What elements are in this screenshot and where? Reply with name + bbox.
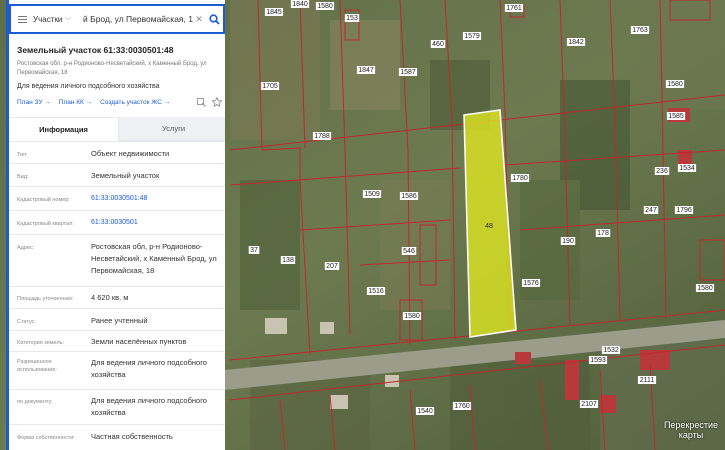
- plot-number-label: 1532: [603, 347, 619, 354]
- card-address: Ростовская обл, р-н Родионово-Несветайск…: [17, 60, 217, 78]
- row-value: Для ведения личного подсобного хозяйства: [91, 358, 207, 379]
- search-button[interactable]: [205, 6, 223, 32]
- plot-number-label: 138: [282, 257, 294, 264]
- row-land-category: Категория земель: Земли населённых пункт…: [9, 330, 225, 351]
- plot-number-label: 1585: [668, 113, 684, 120]
- row-kind: Вид: Земельный участок: [9, 163, 225, 186]
- row-ownership: Форма собственности: Частная собственнос…: [9, 424, 225, 450]
- row-label: Вид:: [17, 174, 29, 180]
- chevron-down-icon: ⌵: [65, 15, 71, 22]
- row-permitted-use: Разрешенное использование: Для ведения л…: [9, 351, 225, 389]
- plot-number-label: 153: [346, 15, 358, 22]
- row-by-document: по документу: Для ведения личного подсоб…: [9, 389, 225, 424]
- plot-number-label: 1796: [676, 207, 692, 214]
- plot-number-label: 1540: [417, 408, 433, 415]
- plot-number-label: 1705: [262, 83, 278, 90]
- plot-number-label: 1580: [697, 285, 713, 292]
- plot-number-label: 1534: [679, 165, 695, 172]
- plot-number-label: 1847: [358, 67, 374, 74]
- plot-number-label: 247: [645, 207, 657, 214]
- plot-number-label: 178: [597, 230, 609, 237]
- row-value: Земельный участок: [91, 171, 160, 180]
- plot-number-label: 1840: [292, 1, 308, 8]
- card-title: Земельный участок 61:33:0030501:48: [17, 45, 174, 55]
- plot-number-label: 1593: [590, 357, 606, 364]
- card-links: План ЗУ → План КК → Создать участок ЖС →: [17, 97, 222, 107]
- tab-info[interactable]: Информация: [9, 117, 118, 141]
- row-label: Адрес:: [17, 245, 35, 251]
- row-value: Ранее учтенный: [91, 316, 148, 325]
- tab-services[interactable]: Услуги: [118, 117, 225, 141]
- row-label: Форма собственности:: [17, 435, 75, 441]
- row-address: Адрес: Ростовская обл, р-н Родионово-Нес…: [9, 234, 225, 286]
- plot-number-label: 460: [432, 41, 444, 48]
- map-crosshair-note: Перекрестие карты: [663, 420, 719, 440]
- row-value: Земли населённых пунктов: [91, 337, 187, 346]
- search-input[interactable]: й Брод, ул Первомайская, 18: [83, 14, 193, 24]
- plot-number-label: 236: [656, 168, 668, 175]
- plot-number-label: 190: [562, 238, 574, 245]
- plot-number-label: 1780: [512, 175, 528, 182]
- row-status: Статус: Ранее учтенный: [9, 308, 225, 330]
- plot-number-label: 1580: [404, 313, 420, 320]
- menu-icon[interactable]: [11, 15, 33, 23]
- row-label: Категория земель:: [17, 340, 65, 346]
- plot-number-label: 1576: [523, 280, 539, 287]
- plot-number-label: 1760: [454, 403, 470, 410]
- row-area: Площадь уточненная: 4 620 кв. м: [9, 286, 225, 308]
- row-label: Кадастровый номер:: [17, 197, 70, 203]
- row-value: Частная собственность: [91, 432, 173, 441]
- row-label: по документу:: [17, 399, 53, 405]
- row-value: Для ведения личного подсобного хозяйства: [91, 396, 207, 417]
- plot-number-label: 1579: [464, 33, 480, 40]
- plot-number-label: 1788: [314, 133, 330, 140]
- row-label: Площадь уточненная:: [17, 296, 74, 302]
- plot-number-label: 1580: [317, 3, 333, 10]
- row-cadastral-number: Кадастровый номер: 61:33:0030501:48: [9, 186, 225, 210]
- address-line-1: Ростовская обл, р-н Родионово-Несветайск…: [17, 61, 207, 67]
- plot-number-label: 1580: [667, 81, 683, 88]
- row-label: Статус:: [17, 319, 36, 325]
- plan-kk-link[interactable]: План КК →: [59, 99, 92, 106]
- selected-plot-label: 48: [485, 223, 493, 230]
- category-label: Участки: [33, 14, 63, 24]
- plot-number-label: 1763: [632, 27, 648, 34]
- row-cadastral-quarter: Кадастровый квартал: 61:33:0030501: [9, 210, 225, 234]
- plot-number-label: 1761: [506, 5, 522, 12]
- clear-icon[interactable]: ✕: [193, 14, 205, 25]
- plot-number-label: 546: [403, 248, 415, 255]
- tab-bar: Информация Услуги: [9, 117, 225, 141]
- plot-number-label: 1516: [368, 288, 384, 295]
- row-type: Тип: Объект недвижимости: [9, 141, 225, 163]
- row-label: Кадастровый квартал:: [17, 221, 74, 227]
- plot-number-label: 1586: [401, 193, 417, 200]
- row-value: Объект недвижимости: [91, 149, 170, 158]
- row-value: Ростовская обл, р-н Родионово-Несветайск…: [91, 242, 217, 275]
- plot-number-label: 207: [326, 263, 338, 270]
- plot-number-label: 37: [250, 247, 258, 254]
- row-label: Тип:: [17, 152, 28, 158]
- plot-number-label: 1509: [364, 191, 380, 198]
- info-panel: Участки ⌵ й Брод, ул Первомайская, 18 ✕ …: [6, 0, 225, 450]
- star-icon[interactable]: [212, 97, 222, 107]
- zoom-icon[interactable]: [197, 97, 206, 107]
- plot-number-label: 1587: [400, 69, 416, 76]
- cadastral-quarter-link[interactable]: 61:33:0030501: [91, 217, 221, 229]
- plan-zu-link[interactable]: План ЗУ →: [17, 99, 51, 106]
- plot-number-label: 1842: [568, 39, 584, 46]
- category-select[interactable]: Участки ⌵: [33, 15, 83, 24]
- search-icon: [208, 13, 220, 25]
- plot-number-label: 2107: [581, 401, 597, 408]
- address-line-2: Первомайская, 18: [17, 70, 68, 76]
- row-value: 4 620 кв. м: [91, 293, 129, 302]
- plot-number-label: 1845: [266, 9, 282, 16]
- cadastral-number-link[interactable]: 61:33:0030501:48: [91, 193, 221, 205]
- search-bar: Участки ⌵ й Брод, ул Первомайская, 18 ✕: [9, 4, 225, 34]
- card-purpose: Для ведения личного подсобного хозяйства: [17, 83, 160, 90]
- create-plot-link[interactable]: Создать участок ЖС →: [100, 99, 170, 106]
- plot-number-label: 2111: [640, 377, 655, 384]
- row-label: Разрешенное использование:: [17, 359, 57, 373]
